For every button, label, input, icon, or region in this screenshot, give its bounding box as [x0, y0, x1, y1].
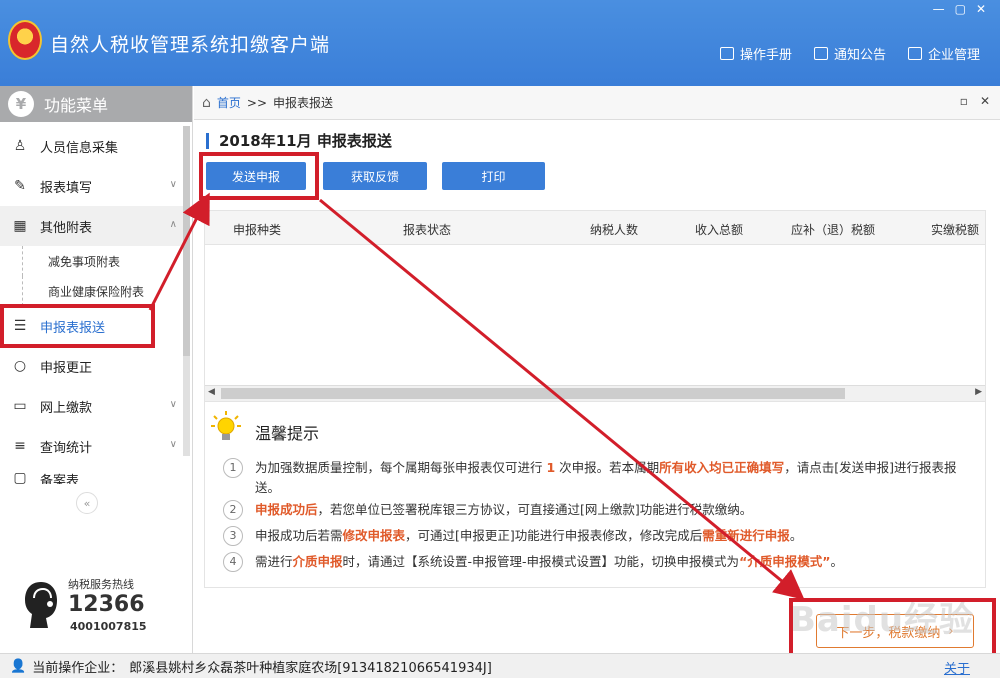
arrow-to-next-step [319, 198, 805, 600]
user-icon: 👤 [10, 658, 27, 674]
status-bar: 👤 当前操作企业： 郎溪县姚村乡众磊茶叶种植家庭农场[9134182106654… [0, 653, 1000, 678]
annotation-arrows [148, 192, 805, 600]
current-company-label: 当前操作企业： [32, 660, 124, 676]
current-company-name: 郎溪县姚村乡众磊茶叶种植家庭农场[91341821066541934J] [129, 660, 492, 676]
about-link[interactable]: 关于 [944, 658, 970, 677]
arrow-to-send-button [148, 192, 210, 311]
